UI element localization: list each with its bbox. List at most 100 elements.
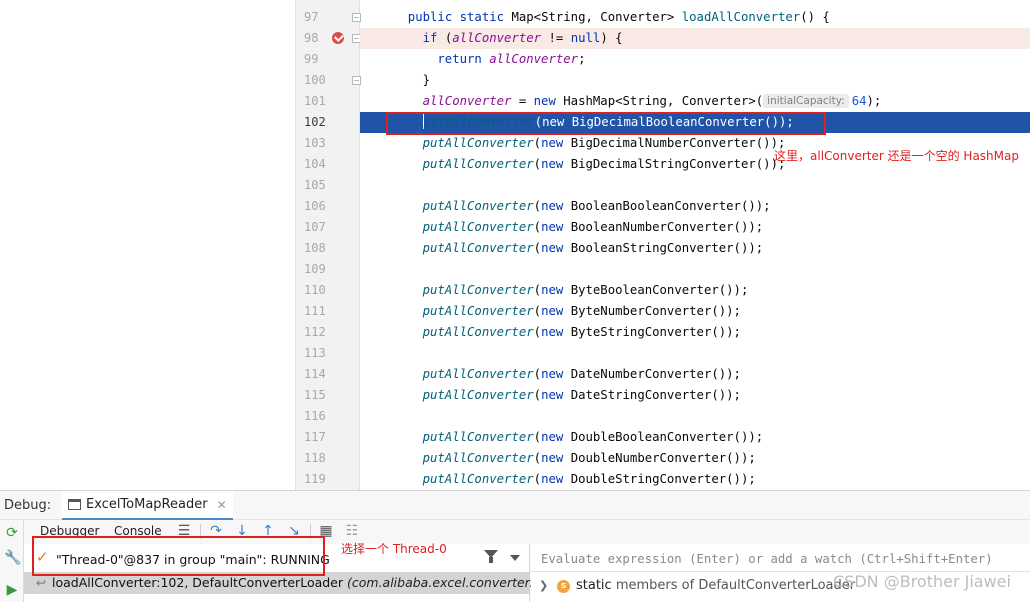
watermark: CSDN @Brother Jiawei: [833, 572, 1011, 591]
code-token: (: [533, 283, 542, 297]
code-token: new: [541, 367, 571, 381]
wrench-icon[interactable]: 🔧: [4, 550, 21, 566]
code-line[interactable]: putAllConverter(new ByteNumberConverter(…: [360, 301, 1030, 322]
code-token: allConverter: [422, 94, 512, 108]
code-line[interactable]: }: [360, 70, 1030, 91]
highlight-box-line-102: [386, 112, 826, 135]
code-line[interactable]: [360, 259, 1030, 280]
highlight-box-thread: [32, 536, 325, 576]
evaluate-expression-input[interactable]: [531, 546, 1030, 572]
code-token: putAllConverter: [422, 283, 534, 297]
line-number[interactable]: 113: [296, 343, 360, 364]
line-number[interactable]: 102: [296, 112, 360, 133]
line-number[interactable]: 103: [296, 133, 360, 154]
thread-annotation: 选择一个 Thread-0: [341, 542, 447, 556]
line-number[interactable]: 116: [296, 406, 360, 427]
line-number[interactable]: 118: [296, 448, 360, 469]
code-line[interactable]: putAllConverter(new DateStringConverter(…: [360, 385, 1030, 406]
session-tab-label: ExcelToMapReader: [86, 497, 208, 512]
code-line[interactable]: public static Map<String, Converter> loa…: [360, 7, 1030, 28]
line-number[interactable]: 115: [296, 385, 360, 406]
code-area[interactable]: public static Map<String, Converter> loa…: [360, 0, 1030, 490]
code-line[interactable]: putAllConverter(new DoubleNumberConverte…: [360, 448, 1030, 469]
line-number[interactable]: 112: [296, 322, 360, 343]
code-line[interactable]: [360, 175, 1030, 196]
line-number[interactable]: 111: [296, 301, 360, 322]
code-token: (: [533, 199, 542, 213]
line-number[interactable]: 104: [296, 154, 360, 175]
code-line[interactable]: putAllConverter(new ByteStringConverter(…: [360, 322, 1030, 343]
debug-side-toolbar: ⟳ 🔧 ▶: [0, 520, 24, 602]
code-token: (: [533, 472, 542, 486]
line-number[interactable]: 106: [296, 196, 360, 217]
code-token: DateNumberConverter());: [570, 367, 741, 381]
filter-icon[interactable]: [484, 550, 498, 564]
chevron-down-icon[interactable]: [510, 555, 520, 561]
chevron-right-icon[interactable]: ❯: [539, 574, 548, 598]
debug-label: Debug:: [4, 498, 52, 513]
line-number[interactable]: 101: [296, 91, 360, 112]
code-token: new: [541, 241, 571, 255]
rerun-icon[interactable]: ⟳: [4, 525, 20, 541]
breakpoint-icon[interactable]: [332, 32, 344, 44]
code-line[interactable]: [360, 343, 1030, 364]
line-number[interactable]: 114: [296, 364, 360, 385]
code-token: new: [541, 451, 571, 465]
code-token: (: [533, 304, 542, 318]
code-token: =: [511, 94, 534, 108]
code-line[interactable]: putAllConverter(new DateNumberConverter(…: [360, 364, 1030, 385]
code-token: (: [533, 220, 542, 234]
static-icon: s: [557, 580, 570, 593]
code-token: ) {: [600, 31, 623, 45]
line-number[interactable]: 105: [296, 175, 360, 196]
line-number[interactable]: 119: [296, 469, 360, 490]
line-number[interactable]: 109: [296, 259, 360, 280]
trace-icon[interactable]: ☷: [344, 523, 360, 539]
line-number[interactable]: 108: [296, 238, 360, 259]
code-token: putAllConverter: [422, 472, 534, 486]
code-token: }: [422, 73, 430, 87]
code-line[interactable]: putAllConverter(new BooleanNumberConvert…: [360, 217, 1030, 238]
code-token: new: [541, 430, 571, 444]
code-line[interactable]: if (allConverter != null) {: [360, 28, 1030, 49]
debug-session-tab[interactable]: ExcelToMapReader ✕: [62, 491, 233, 520]
code-token: allConverter: [452, 31, 542, 45]
code-token: DateStringConverter());: [570, 388, 741, 402]
resume-icon[interactable]: ▶: [4, 582, 20, 598]
code-token: DoubleBooleanConverter());: [570, 430, 764, 444]
code-token: (: [533, 157, 542, 171]
close-icon[interactable]: ✕: [217, 498, 227, 512]
line-number[interactable]: 110: [296, 280, 360, 301]
code-line[interactable]: return allConverter;: [360, 49, 1030, 70]
code-line[interactable]: [360, 406, 1030, 427]
code-line[interactable]: putAllConverter(new DoubleStringConverte…: [360, 469, 1030, 490]
line-number[interactable]: 117: [296, 427, 360, 448]
code-line[interactable]: putAllConverter(new BooleanBooleanConver…: [360, 196, 1030, 217]
code-token: (: [533, 367, 542, 381]
line-gutter[interactable]: 97 98 99 100 101 102 103 104 105 106 107 108 109 110 1…: [296, 0, 361, 490]
static-keyword: static: [576, 578, 612, 593]
code-line[interactable]: putAllConverter(new BooleanStringConvert…: [360, 238, 1030, 259]
code-token: new: [541, 388, 571, 402]
static-members-text: static members of DefaultConverterLoader: [576, 574, 855, 598]
code-token: putAllConverter: [422, 388, 534, 402]
line-number[interactable]: 99: [296, 49, 360, 70]
code-token: (: [533, 136, 542, 150]
code-line[interactable]: putAllConverter(new DoubleBooleanConvert…: [360, 427, 1030, 448]
code-line[interactable]: putAllConverter(new ByteBooleanConverter…: [360, 280, 1030, 301]
line-number[interactable]: 107: [296, 217, 360, 238]
debug-tool-window-header: Debug: ExcelToMapReader ✕: [0, 490, 1030, 520]
code-token: putAllConverter: [422, 430, 534, 444]
line-number[interactable]: 98: [296, 28, 360, 49]
code-token: () {: [800, 10, 830, 24]
code-editor[interactable]: 97 98 99 100 101 102 103 104 105 106 107 108 109 110 1…: [0, 0, 1030, 490]
code-token: HashMap<String, Converter>(: [563, 94, 764, 108]
line-number[interactable]: 100: [296, 70, 360, 91]
code-token: (: [533, 388, 542, 402]
code-token: putAllConverter: [422, 157, 534, 171]
code-token: DoubleNumberConverter());: [570, 451, 756, 465]
line-number[interactable]: 97: [296, 7, 360, 28]
code-token: ;: [578, 52, 586, 66]
frame-package: (com.alibaba.excel.converters): [347, 575, 542, 590]
code-line[interactable]: allConverter = new HashMap<String, Conve…: [360, 91, 1030, 112]
